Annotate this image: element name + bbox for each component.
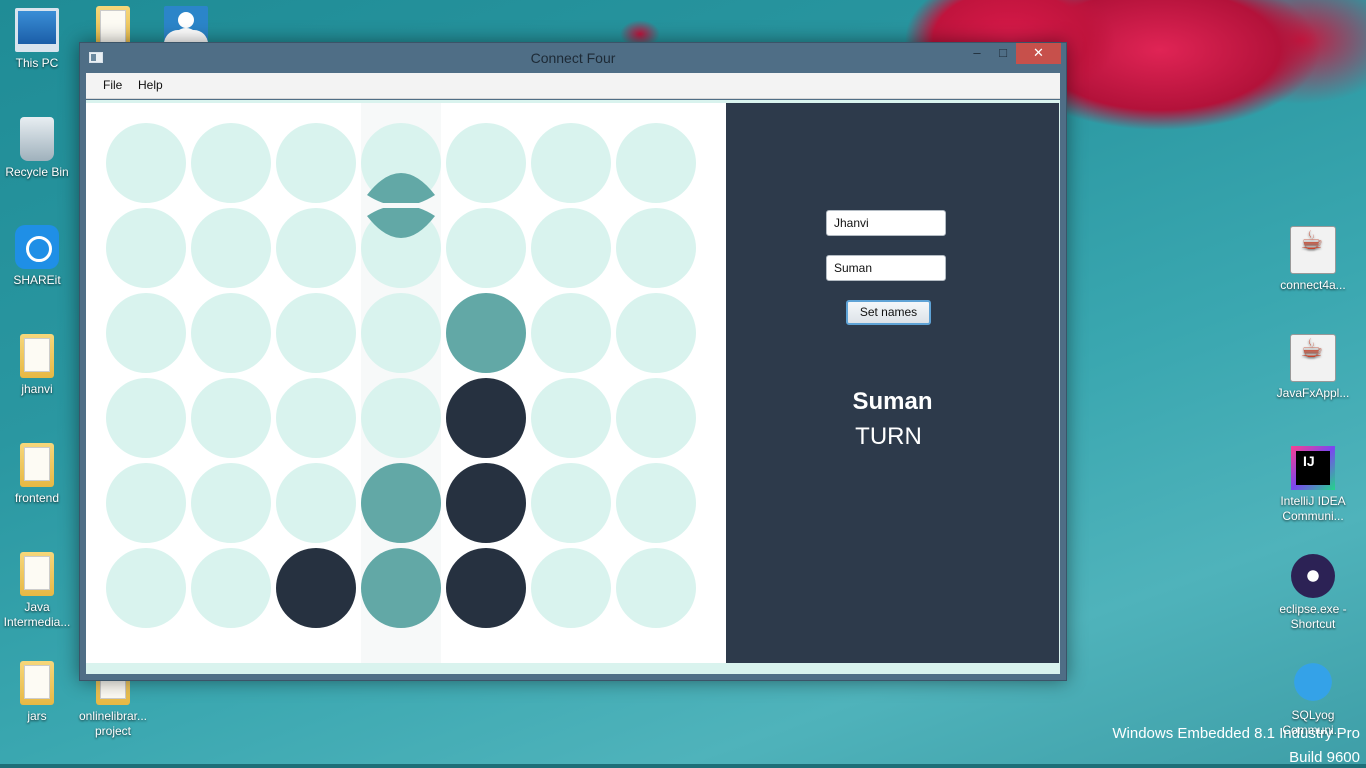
menu-bar: File Help <box>86 73 1060 99</box>
recycle-bin-icon <box>20 117 54 161</box>
desktop-icon-intellij[interactable]: IJ IntelliJ IDEA Communi... <box>1273 446 1353 524</box>
desktop-icon-label: JavaFxAppl... <box>1276 386 1350 400</box>
desktop-icon-shareit[interactable]: SHAREit <box>0 225 77 288</box>
game-content: Set names Suman TURN <box>86 100 1060 674</box>
empty-slot[interactable] <box>276 123 356 203</box>
menu-file[interactable]: File <box>103 78 122 92</box>
empty-slot[interactable] <box>106 293 186 373</box>
menu-help[interactable]: Help <box>138 78 163 92</box>
empty-slot[interactable] <box>531 123 611 203</box>
desktop-icon-connect4[interactable]: connect4a... <box>1273 226 1353 293</box>
empty-slot[interactable] <box>616 123 696 203</box>
empty-slot[interactable] <box>616 463 696 543</box>
dropping-disc-fragment <box>367 208 435 238</box>
empty-slot[interactable] <box>191 378 271 458</box>
empty-slot[interactable] <box>276 378 356 458</box>
game-board[interactable] <box>86 103 726 663</box>
desktop-icon-label: jars <box>27 709 47 723</box>
empty-slot[interactable] <box>531 208 611 288</box>
current-player-name: Suman <box>852 388 933 415</box>
empty-slot[interactable] <box>446 208 526 288</box>
desktop-icon-label: IntelliJ IDEA Communi... <box>1280 494 1346 523</box>
desktop-icon-label: onlinelibrar... project <box>78 709 148 738</box>
empty-slot[interactable] <box>191 293 271 373</box>
player-one-disc[interactable] <box>361 548 441 628</box>
empty-slot[interactable] <box>106 378 186 458</box>
player-two-disc[interactable] <box>446 548 526 628</box>
desktop-icon-jhanvi[interactable]: jhanvi <box>0 334 77 397</box>
folder-icon <box>20 552 54 596</box>
player-one-disc[interactable] <box>446 293 526 373</box>
empty-slot[interactable] <box>616 293 696 373</box>
close-button[interactable]: ✕ <box>1016 43 1061 64</box>
empty-slot[interactable] <box>531 548 611 628</box>
player-one-disc[interactable] <box>361 463 441 543</box>
desktop-icon-label: Recycle Bin <box>5 165 69 179</box>
player-two-disc[interactable] <box>276 548 356 628</box>
java-file-icon <box>1290 226 1336 274</box>
empty-slot[interactable] <box>276 463 356 543</box>
folder-icon <box>20 334 54 378</box>
player-two-disc[interactable] <box>446 463 526 543</box>
desktop-icon-this-pc[interactable]: This PC <box>0 8 77 71</box>
desktop-icon-recycle-bin[interactable]: Recycle Bin <box>0 117 77 180</box>
desktop-icon-java-intermediate[interactable]: Java Intermedia... <box>0 552 77 630</box>
connect-four-window: Connect Four – □ ✕ File Help Set names S… <box>79 42 1067 681</box>
computer-icon <box>15 8 59 52</box>
intellij-icon: IJ <box>1291 446 1335 490</box>
empty-slot[interactable] <box>191 463 271 543</box>
folder-icon <box>20 443 54 487</box>
empty-slot[interactable] <box>276 293 356 373</box>
empty-slot[interactable] <box>276 208 356 288</box>
maximize-button[interactable]: □ <box>991 43 1015 64</box>
empty-slot[interactable] <box>106 548 186 628</box>
desktop-icon-label: SHAREit <box>13 273 61 287</box>
shareit-icon <box>15 225 59 269</box>
turn-label: TURN <box>855 423 922 450</box>
empty-slot[interactable] <box>106 463 186 543</box>
player-two-disc[interactable] <box>446 378 526 458</box>
empty-slot[interactable] <box>191 123 271 203</box>
empty-slot[interactable] <box>361 378 441 458</box>
os-watermark-edition: Windows Embedded 8.1 Industry Pro <box>1112 725 1360 742</box>
empty-slot[interactable] <box>106 208 186 288</box>
empty-slot[interactable] <box>616 208 696 288</box>
java-file-icon <box>1290 334 1336 382</box>
eclipse-icon <box>1291 554 1335 598</box>
desktop-icon-frontend[interactable]: frontend <box>0 443 77 506</box>
empty-slot[interactable] <box>191 548 271 628</box>
player-two-name-field[interactable] <box>826 255 946 281</box>
dropping-disc-fragment <box>367 173 435 203</box>
window-title: Connect Four <box>530 50 616 66</box>
desktop-icon-jars[interactable]: jars <box>0 661 77 724</box>
player-one-name-field[interactable] <box>826 210 946 236</box>
folder-icon <box>20 661 54 705</box>
title-bar[interactable]: Connect Four – □ ✕ <box>80 43 1066 73</box>
empty-slot[interactable] <box>531 463 611 543</box>
desktop-icon-label: This PC <box>15 56 59 70</box>
empty-slot[interactable] <box>191 208 271 288</box>
empty-slot[interactable] <box>361 293 441 373</box>
minimize-button[interactable]: – <box>965 43 989 64</box>
empty-slot[interactable] <box>616 378 696 458</box>
desktop-icon-label: eclipse.exe - Shortcut <box>1279 602 1347 631</box>
empty-slot[interactable] <box>106 123 186 203</box>
empty-slot[interactable] <box>531 378 611 458</box>
desktop-icon-label: Java Intermedia... <box>3 600 71 629</box>
sqlyog-icon <box>1291 660 1335 704</box>
empty-slot[interactable] <box>531 293 611 373</box>
empty-slot[interactable] <box>616 548 696 628</box>
set-names-button[interactable]: Set names <box>846 300 931 325</box>
taskbar-edge <box>0 764 1366 768</box>
desktop-icon-label: jhanvi <box>21 382 53 396</box>
desktop-icon-eclipse[interactable]: eclipse.exe - Shortcut <box>1273 554 1353 632</box>
desktop-icon-label: connect4a... <box>1280 278 1346 292</box>
empty-slot[interactable] <box>446 123 526 203</box>
desktop-icon-javafx[interactable]: JavaFxAppl... <box>1273 334 1353 401</box>
player-panel: Set names Suman TURN <box>726 103 1059 663</box>
desktop-icon-label: frontend <box>14 491 60 505</box>
